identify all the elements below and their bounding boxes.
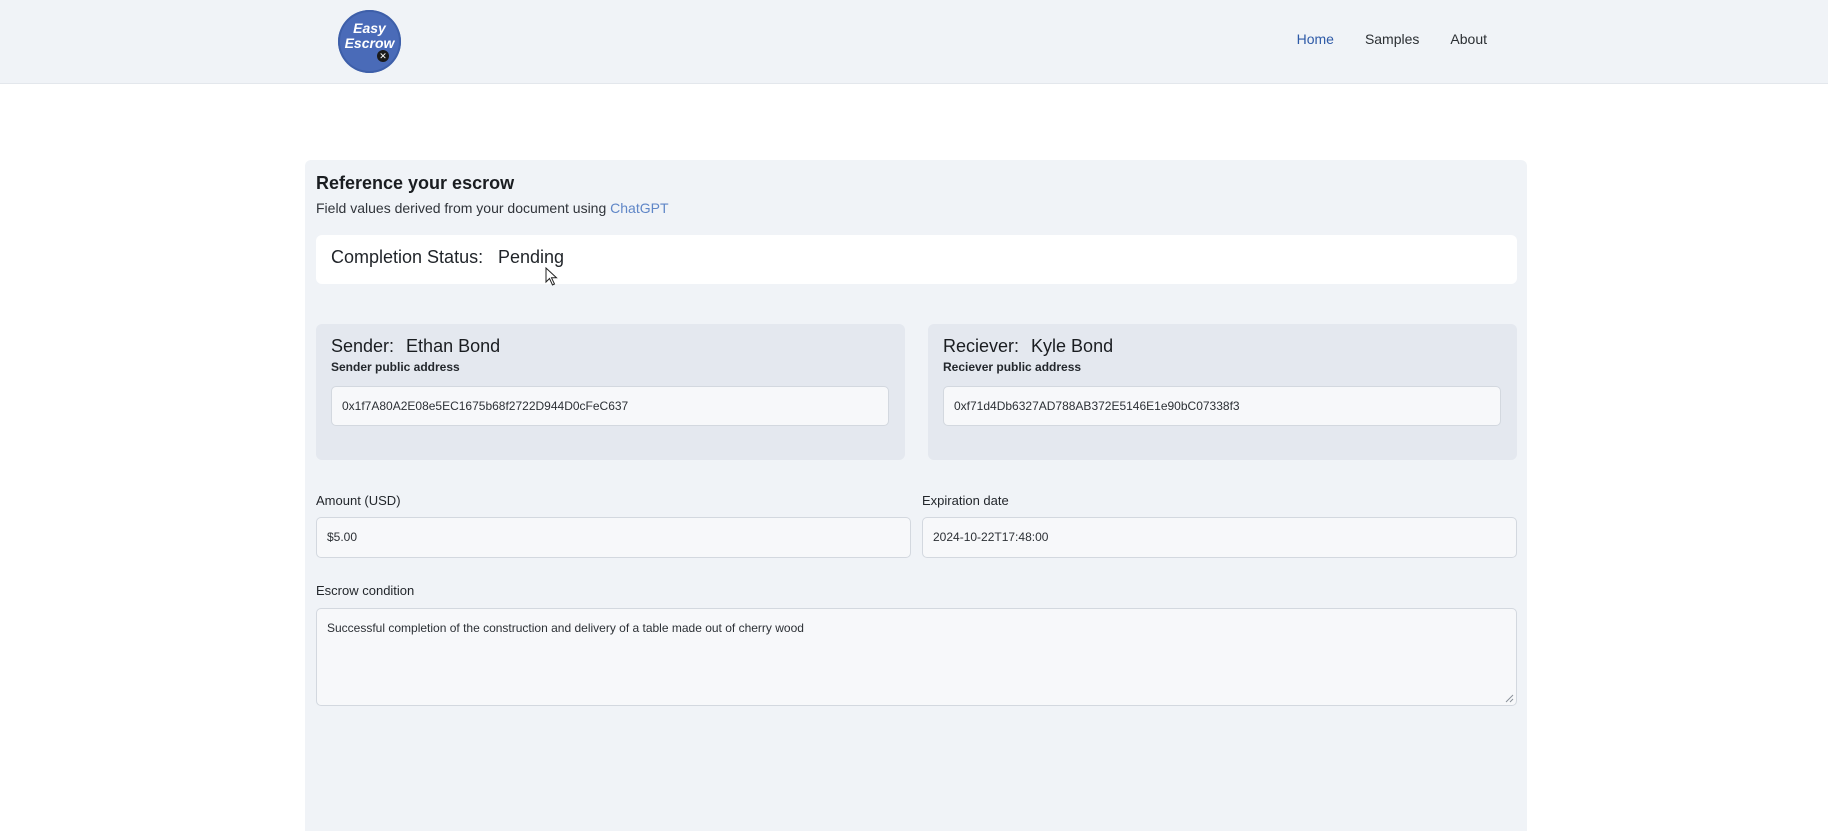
escrow-condition-textarea[interactable]: Successful completion of the constructio…: [316, 608, 1517, 706]
close-icon: ✕: [377, 50, 389, 62]
easy-escrow-logo[interactable]: Easy Escrow ✕: [338, 10, 401, 73]
logo-line-1: Easy: [353, 20, 386, 36]
nav-about-link[interactable]: About: [1450, 31, 1487, 47]
sender-address-field[interactable]: 0x1f7A80A2E08e5EC1675b68f2722D944D0cFeC6…: [331, 386, 889, 426]
receiver-address-label: Reciever public address: [943, 360, 1082, 374]
completion-status-label: Completion Status:: [331, 247, 484, 267]
receiver-label: Reciever:: [943, 336, 1020, 356]
mouse-pointer-icon: [545, 267, 558, 286]
sender-label: Sender:: [331, 336, 395, 356]
escrow-condition-text: Successful completion of the constructio…: [327, 621, 804, 635]
page-title: Reference your escrow: [316, 173, 515, 193]
top-navbar: Easy Escrow ✕ Home Samples About: [0, 0, 1828, 84]
page-subtitle: Field values derived from your document …: [316, 200, 669, 216]
sender-name: Ethan Bond: [406, 336, 501, 356]
receiver-name: Kyle Bond: [1031, 336, 1114, 356]
amount-label: Amount (USD): [316, 493, 401, 508]
completion-status-value: Pending: [498, 247, 565, 267]
nav-links: Home Samples About: [1297, 31, 1487, 47]
completion-status-box: Completion Status: Pending: [316, 235, 1517, 284]
expiration-date-label: Expiration date: [922, 493, 1009, 508]
expiration-date-input[interactable]: 2024-10-22T17:48:00: [922, 517, 1517, 558]
escrow-condition-label: Escrow condition: [316, 583, 415, 598]
logo-line-2: Escrow: [344, 35, 395, 51]
sender-heading: Sender: Ethan Bond: [331, 336, 500, 357]
chatgpt-link[interactable]: ChatGPT: [610, 200, 668, 216]
receiver-address-field[interactable]: 0xf71d4Db6327AD788AB372E5146E1e90bC07338…: [943, 386, 1501, 426]
nav-samples-link[interactable]: Samples: [1365, 31, 1419, 47]
amount-input[interactable]: $5.00: [316, 517, 911, 558]
subtitle-text: Field values derived from your document …: [316, 200, 611, 216]
receiver-panel: Reciever: Kyle Bond Reciever public addre…: [928, 324, 1517, 460]
nav-home-link[interactable]: Home: [1297, 31, 1334, 47]
escrow-reference-card: Reference your escrow Field values deriv…: [305, 160, 1527, 831]
receiver-heading: Reciever: Kyle Bond: [943, 336, 1113, 357]
sender-panel: Sender: Ethan Bond Sender public address …: [316, 324, 905, 460]
sender-address-label: Sender public address: [331, 360, 460, 374]
resize-grip-icon[interactable]: [1505, 694, 1514, 703]
